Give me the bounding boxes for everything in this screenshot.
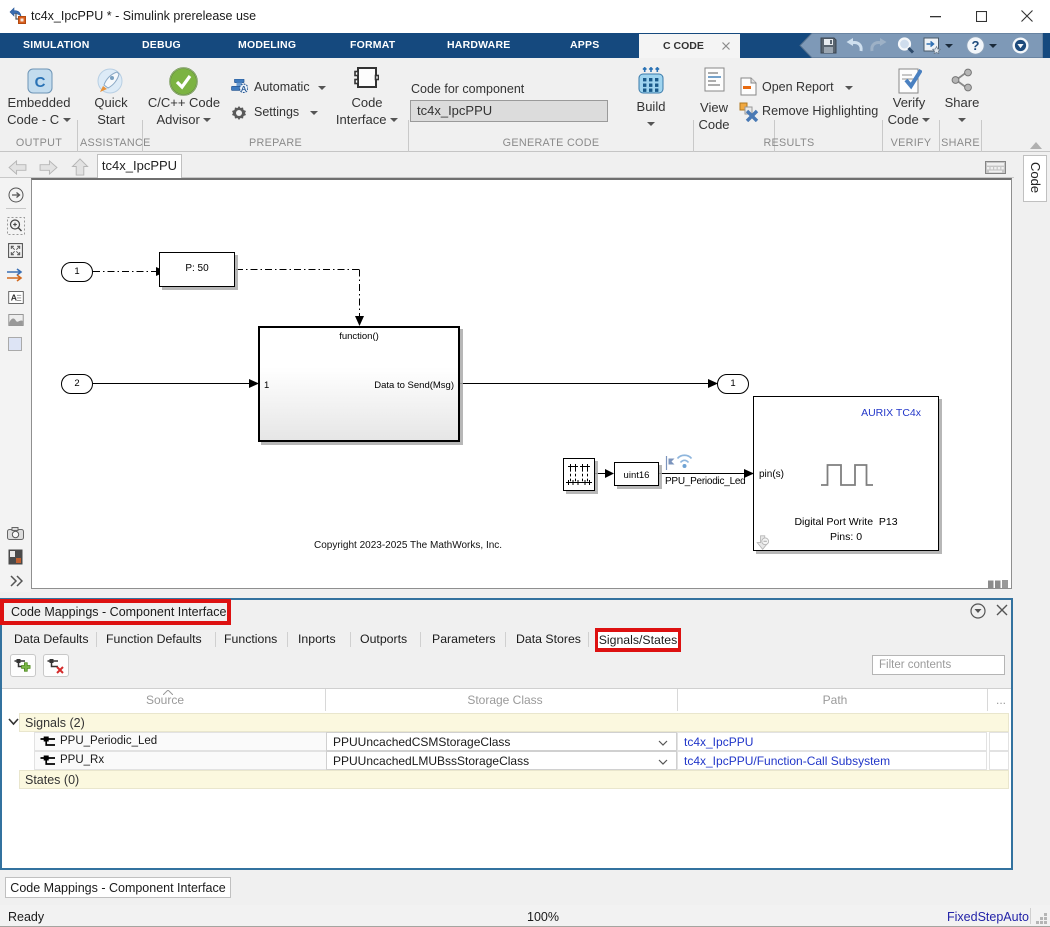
svg-text:?: ? [972,38,980,53]
svg-text:A: A [241,84,247,93]
svg-text:A: A [11,293,18,303]
svg-text:C: C [35,74,46,91]
